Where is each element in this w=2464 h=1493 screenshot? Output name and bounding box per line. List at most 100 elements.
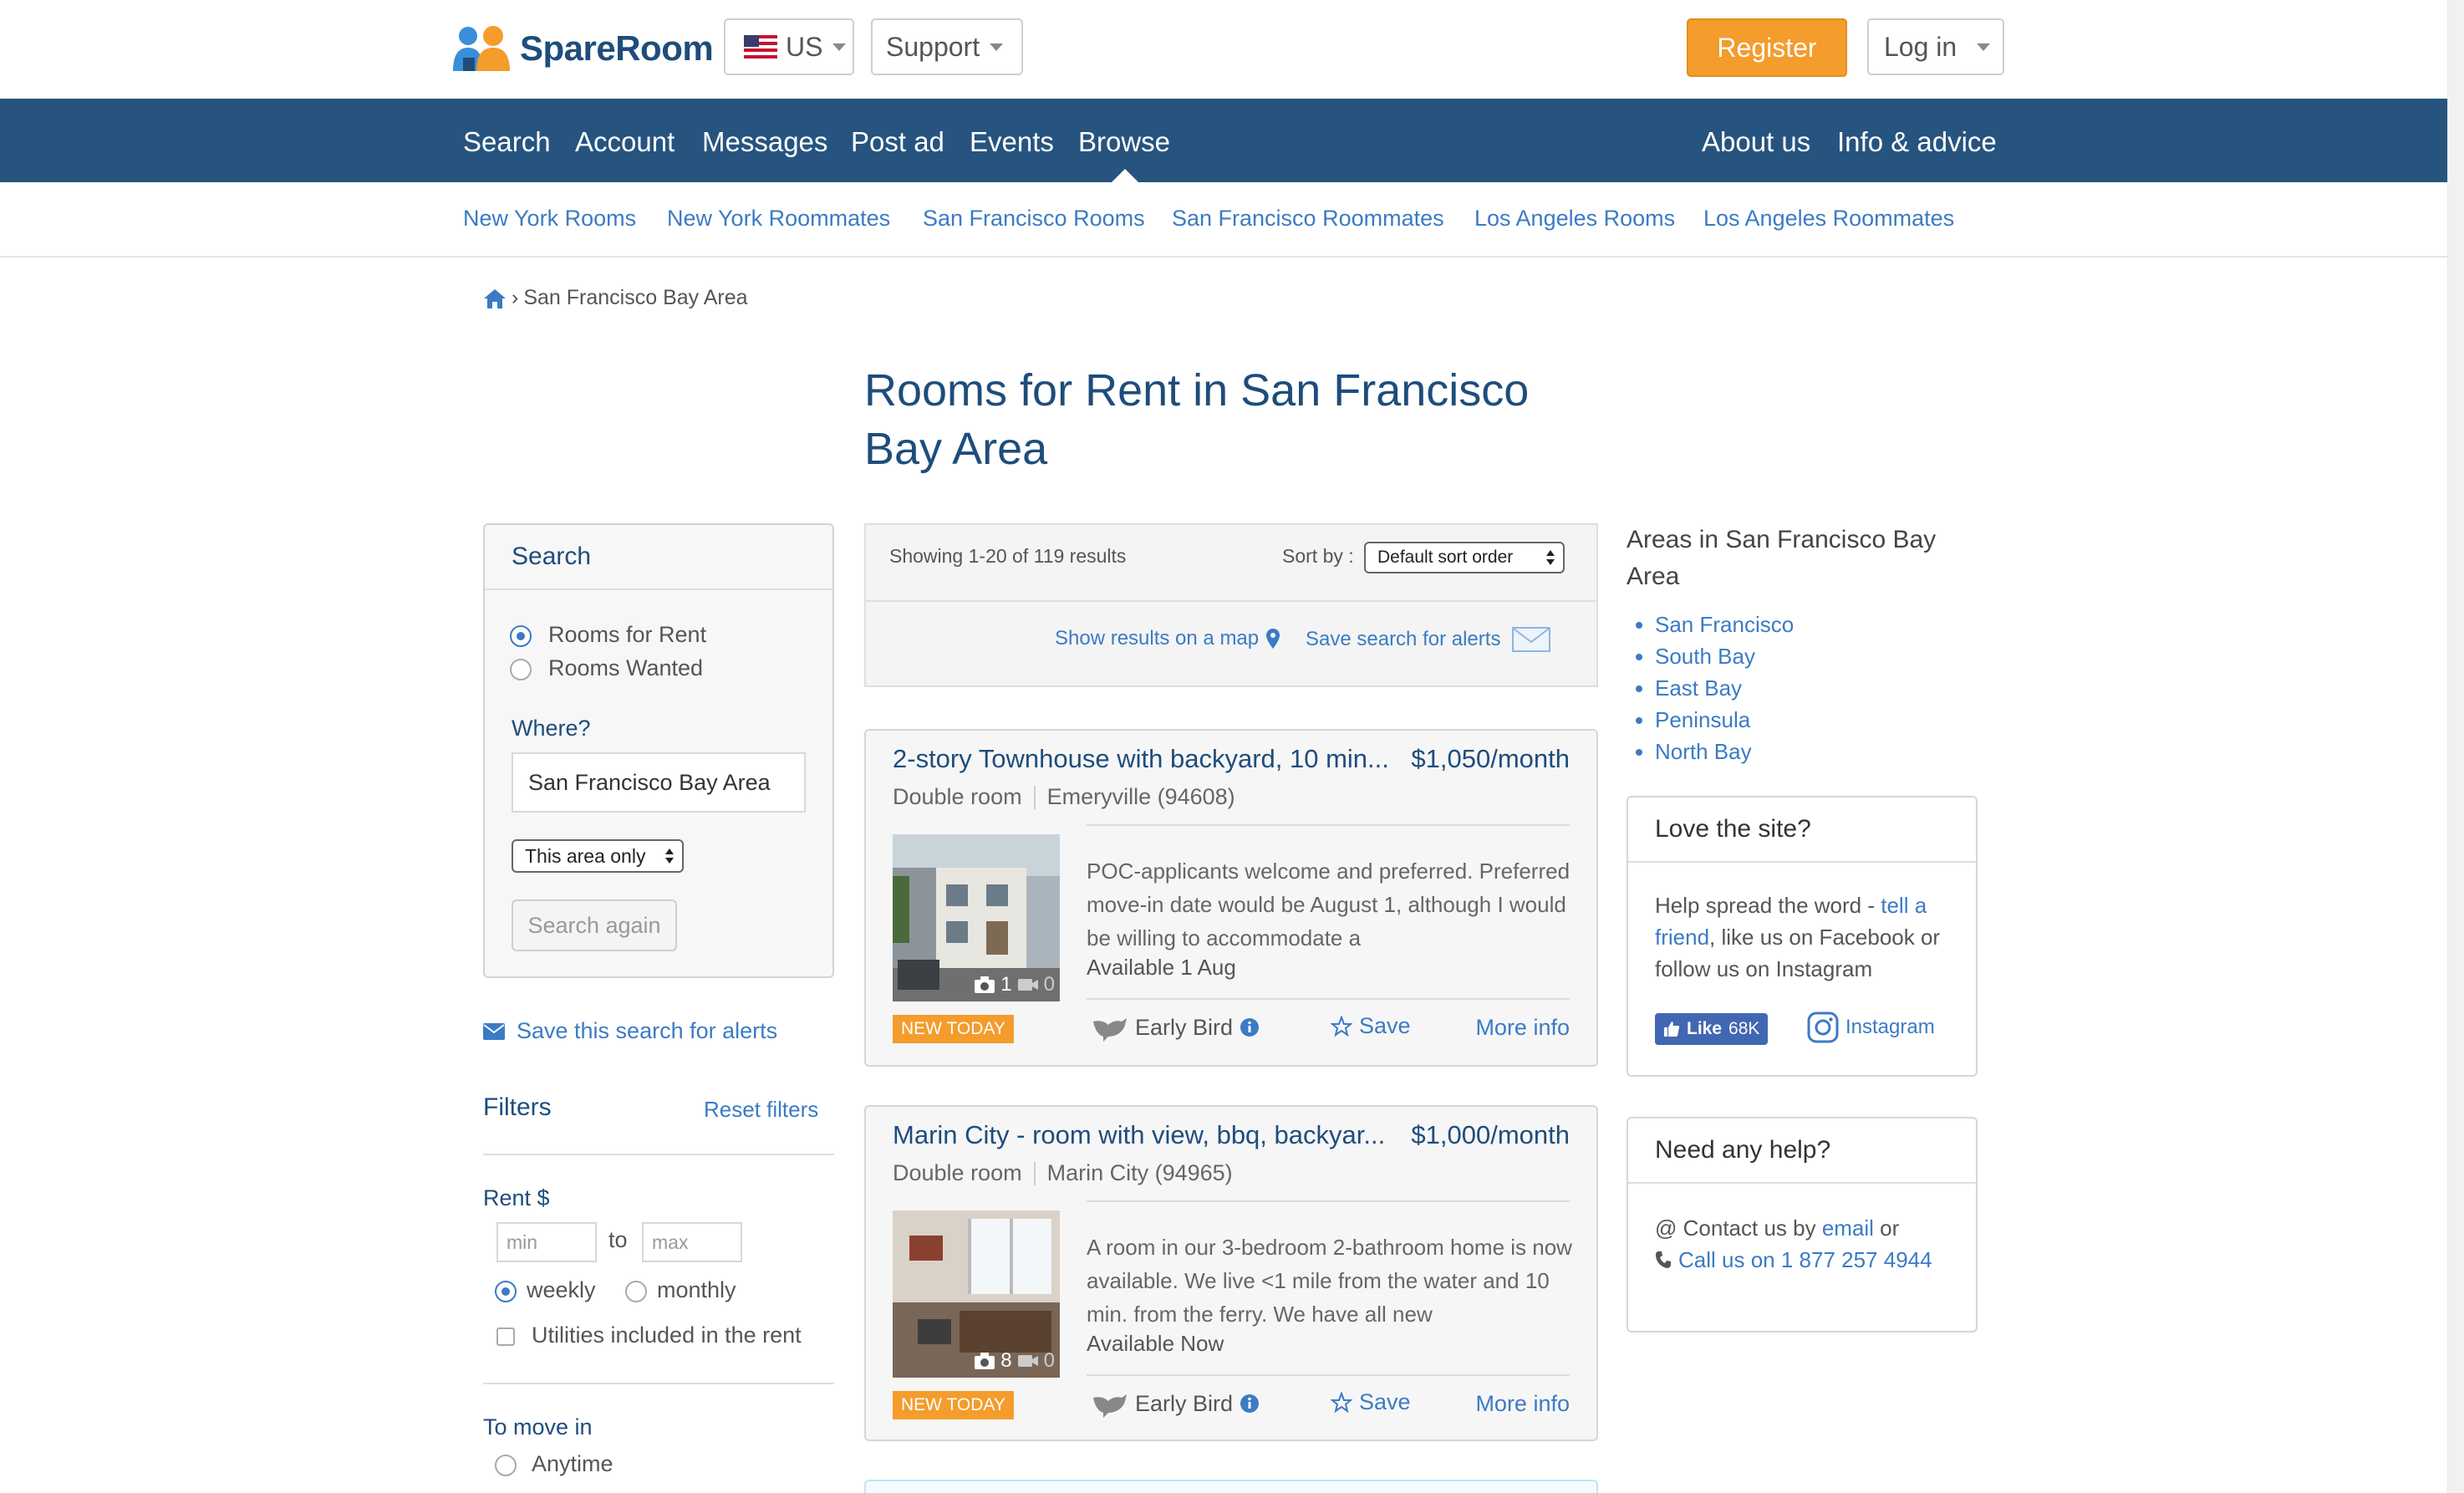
save-search-for-alerts-link[interactable]: Save search for alerts bbox=[1306, 627, 1551, 652]
nav-about-us[interactable]: About us bbox=[1702, 99, 1810, 182]
photo-count: 1 bbox=[1000, 973, 1012, 996]
video-count: 0 bbox=[1043, 1349, 1055, 1372]
subnav-los-angeles-rooms[interactable]: Los Angeles Rooms bbox=[1474, 206, 1675, 232]
listing-room-type: Double room bbox=[893, 1160, 1022, 1185]
instagram-label: Instagram bbox=[1845, 1016, 1935, 1038]
rent-min-input[interactable]: min bbox=[496, 1222, 597, 1262]
rent-to-label: to bbox=[608, 1227, 628, 1252]
support-label: Support bbox=[886, 31, 980, 62]
login-dropdown[interactable]: Log in bbox=[1867, 18, 2004, 75]
love-text: Help spread the word - tell a friend, li… bbox=[1655, 889, 1956, 985]
facebook-like-button[interactable]: Like 68K bbox=[1655, 1013, 1769, 1045]
love-text-before: Help spread the word - bbox=[1655, 893, 1881, 918]
subnav-san-francisco-roommates[interactable]: San Francisco Roommates bbox=[1172, 206, 1444, 232]
save-search-alerts-link[interactable]: Save this search for alerts bbox=[483, 1018, 777, 1044]
support-dropdown[interactable]: Support bbox=[871, 18, 1023, 75]
anytime-label: Anytime bbox=[532, 1451, 613, 1476]
meta-separator bbox=[1033, 1161, 1036, 1185]
listing-photo[interactable]: 1 0 bbox=[893, 834, 1060, 1001]
rent-label: Rent $ bbox=[483, 1185, 550, 1210]
photo-count: 8 bbox=[1000, 1349, 1012, 1372]
nav-info-advice[interactable]: Info & advice bbox=[1837, 99, 1997, 182]
sort-select-value: Default sort order bbox=[1377, 548, 1514, 567]
listing-divider bbox=[1087, 824, 1570, 826]
main-nav: Search Account Messages Post ad Events B… bbox=[0, 99, 2464, 182]
subnav-new-york-rooms[interactable]: New York Rooms bbox=[463, 206, 636, 232]
save-label: Save bbox=[1359, 1013, 1411, 1038]
home-icon[interactable] bbox=[483, 288, 507, 309]
sort-select[interactable]: Default sort order bbox=[1364, 542, 1565, 573]
page-scrollbar[interactable] bbox=[2447, 0, 2464, 1493]
filters-divider bbox=[483, 1154, 834, 1155]
areas-title: Areas in San Francisco Bay Area bbox=[1627, 526, 1937, 590]
early-bird-text: Early Bird bbox=[1135, 1390, 1234, 1416]
video-count: 0 bbox=[1043, 973, 1055, 996]
where-label: Where? bbox=[512, 716, 591, 741]
email-link[interactable]: email bbox=[1822, 1215, 1874, 1241]
search-panel: Search Rooms for Rent Rooms Wanted Where… bbox=[483, 523, 834, 978]
more-info-link[interactable]: More info bbox=[1475, 1391, 1570, 1417]
rooms-wanted-radio[interactable] bbox=[510, 659, 532, 680]
area-scope-value: This area only bbox=[525, 844, 646, 867]
where-input[interactable]: San Francisco Bay Area bbox=[512, 752, 806, 813]
utilities-checkbox[interactable] bbox=[496, 1327, 515, 1346]
nav-post-ad[interactable]: Post ad bbox=[851, 99, 944, 182]
more-info-link[interactable]: More info bbox=[1475, 1015, 1570, 1041]
where-input-value: San Francisco Bay Area bbox=[528, 769, 771, 795]
camera-icon bbox=[975, 1353, 995, 1369]
listing-divider bbox=[1087, 1200, 1570, 1202]
subnav-san-francisco-rooms[interactable]: San Francisco Rooms bbox=[923, 206, 1145, 232]
bird-icon bbox=[1093, 1394, 1127, 1418]
spareroom-logo[interactable]: SpareRoom bbox=[451, 22, 714, 75]
listing-card[interactable]: Marin City - room with view, bbq, backya… bbox=[864, 1105, 1598, 1441]
nav-events[interactable]: Events bbox=[970, 99, 1054, 182]
show-results-map-link[interactable]: Show results on a map bbox=[1055, 627, 1280, 650]
rooms-for-rent-radio[interactable] bbox=[510, 625, 532, 647]
listing-title[interactable]: 2-story Townhouse with backyard, 10 min.… bbox=[893, 744, 1389, 774]
active-nav-pointer bbox=[1112, 169, 1138, 182]
rent-max-input[interactable]: max bbox=[642, 1222, 742, 1262]
nav-search[interactable]: Search bbox=[463, 99, 551, 182]
weekly-radio[interactable] bbox=[495, 1281, 517, 1302]
instagram-icon bbox=[1807, 1011, 1839, 1043]
results-header: Showing 1-20 of 119 results Sort by : De… bbox=[864, 523, 1598, 687]
subnav-new-york-roommates[interactable]: New York Roommates bbox=[667, 206, 890, 232]
monthly-radio[interactable] bbox=[625, 1281, 647, 1302]
help-contact-suffix: or bbox=[1873, 1215, 1900, 1241]
show-results-map-label: Show results on a map bbox=[1055, 627, 1260, 650]
info-icon[interactable] bbox=[1240, 1017, 1260, 1037]
anytime-radio[interactable] bbox=[495, 1455, 517, 1476]
logo-people-icon bbox=[451, 24, 517, 73]
listing-title[interactable]: Marin City - room with view, bbq, backya… bbox=[893, 1120, 1385, 1150]
fb-like-count: 68K bbox=[1728, 1019, 1760, 1038]
reset-filters-link[interactable]: Reset filters bbox=[704, 1097, 818, 1123]
listing-card[interactable]: 2-story Townhouse with backyard, 10 min.… bbox=[864, 729, 1598, 1067]
register-button[interactable]: Register bbox=[1687, 18, 1847, 77]
help-contact-prefix: @ Contact us by bbox=[1655, 1215, 1822, 1241]
rooms-for-rent-label: Rooms for Rent bbox=[548, 622, 707, 647]
country-dropdown[interactable]: US bbox=[724, 18, 854, 75]
subnav-los-angeles-roommates[interactable]: Los Angeles Roommates bbox=[1703, 206, 1954, 232]
need-help-box: Need any help? @ Contact us by email or … bbox=[1627, 1117, 1978, 1332]
filters-divider-2 bbox=[483, 1383, 834, 1384]
instagram-link[interactable]: Instagram bbox=[1807, 1011, 1935, 1043]
love-heading: Love the site? bbox=[1628, 797, 1976, 863]
area-link-north-bay[interactable]: North Bay bbox=[1655, 736, 1794, 767]
area-link-san-francisco[interactable]: San Francisco bbox=[1655, 609, 1794, 640]
nav-account[interactable]: Account bbox=[575, 99, 675, 182]
save-listing-button[interactable]: Save bbox=[1331, 1013, 1411, 1039]
top-bar: SpareRoom US Support Register Log in bbox=[0, 0, 2464, 99]
listing-description: POC-applicants welcome and preferred. Pr… bbox=[1087, 859, 1571, 950]
call-us-link[interactable]: Call us on 1 877 257 4944 bbox=[1655, 1244, 1956, 1276]
search-again-button[interactable]: Search again bbox=[512, 899, 677, 951]
nav-messages[interactable]: Messages bbox=[702, 99, 827, 182]
area-link-south-bay[interactable]: South Bay bbox=[1655, 640, 1794, 672]
listing-location: Emeryville (94608) bbox=[1046, 784, 1235, 809]
info-icon[interactable] bbox=[1240, 1394, 1260, 1414]
listing-availability: Available Now bbox=[1087, 1331, 1224, 1356]
save-listing-button[interactable]: Save bbox=[1331, 1389, 1411, 1415]
area-link-east-bay[interactable]: East Bay bbox=[1655, 672, 1794, 704]
area-link-peninsula[interactable]: Peninsula bbox=[1655, 704, 1794, 736]
area-scope-select[interactable]: This area only bbox=[512, 839, 684, 873]
listing-photo[interactable]: 8 0 bbox=[893, 1210, 1060, 1378]
